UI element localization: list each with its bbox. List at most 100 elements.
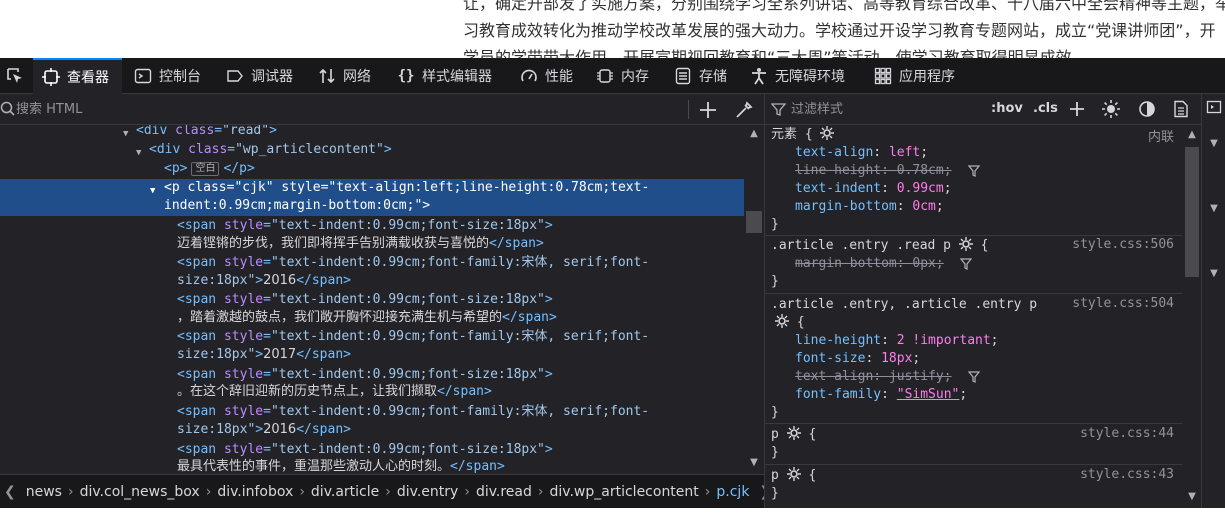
gear-icon[interactable] [775,314,789,328]
tree-node[interactable]: <span style="text-indent:0.99cm;font-siz… [0,291,744,309]
element-picker-icon [7,68,22,83]
add-rule-button[interactable] [1067,99,1087,119]
eyedropper-button[interactable] [733,99,755,121]
font-link[interactable]: "SimSun" [897,387,960,402]
toggle-sidebar-button[interactable] [1204,99,1224,119]
rules-scrollbar[interactable]: ▲ ▼ [1182,125,1202,508]
tab-network[interactable]: 网络 [318,58,371,94]
tree-node-text[interactable]: 最具代表性的事件，重温那些激动人心的时刻。</span> [0,458,744,474]
sidebar-toggle-icon [1206,100,1222,114]
collapse-twisty-icon[interactable]: ▼ [150,182,160,196]
rule-source[interactable]: 内联 [1148,126,1174,145]
breadcrumb-scroll-right-icon[interactable]: ❯ [755,484,764,500]
breadcrumb-item[interactable]: div.entry [391,484,464,500]
overridden-filter-icon[interactable] [960,258,972,270]
tab-application[interactable]: 应用程序 [874,58,955,94]
breadcrumb-item[interactable]: news [20,484,68,500]
tree-node-text[interactable]: 。在这个辞旧迎新的历史节点上，让我们撷取</span> [0,383,744,401]
tree-node[interactable]: ▼ <div class="read"> [0,125,744,140]
css-declaration[interactable]: text-indent: 0.99cm; [795,180,952,198]
tree-node-text[interactable]: size:18px">2016</span> [0,272,744,290]
scroll-down-icon[interactable]: ▼ [1185,491,1199,505]
expand-section-icon[interactable]: ▼ [1204,264,1224,284]
gear-icon[interactable] [786,426,801,440]
rule-source[interactable]: style.css:506 [1072,237,1174,252]
breadcrumb-scroll-left-icon[interactable]: ❮ [0,484,20,500]
css-declaration[interactable]: font-size: 18px; [795,350,920,368]
css-declaration-overridden[interactable]: line-height: 0.78cm; [795,162,952,180]
scroll-down-icon[interactable]: ▼ [747,457,761,471]
print-simulation-button[interactable] [1171,99,1191,119]
breadcrumb-item[interactable]: div.read [470,484,538,500]
tree-node[interactable]: <p> 空白 </p> [0,160,744,178]
breadcrumb-item[interactable]: div.article [305,484,385,500]
attr-value: "text-align:left;line-height:0.78cm;text… [328,180,650,195]
tree-node[interactable]: <span style="text-indent:0.99cm;font-fam… [0,403,744,421]
css-declaration-overridden[interactable]: text-align: justify; [795,368,952,386]
whitespace-badge[interactable]: 空白 [191,162,220,176]
tree-node-text[interactable]: ，踏着激越的鼓点，我们敞开胸怀迎接充满生机与希望的</span> [0,309,744,327]
expand-section-icon[interactable]: ▼ [1204,199,1224,219]
tree-node-text[interactable]: 迈着铿锵的步伐，我们即将挥手告别满载收获与喜悦的</span> [0,235,744,253]
scrollbar-thumb[interactable] [746,211,762,233]
tree-node-text[interactable]: size:18px">2016</span> [0,421,744,439]
rule-source[interactable]: style.css:43 [1080,467,1174,482]
tab-storage[interactable]: 存储 [674,58,727,94]
collapse-twisty-icon[interactable]: ▼ [123,125,133,139]
breadcrumb-item[interactable]: div.col_news_box [74,484,206,500]
scrollbar-thumb[interactable] [1185,147,1199,277]
tag-open: <p [164,180,188,195]
tab-debugger[interactable]: 调试器 [226,58,293,94]
scroll-up-icon[interactable]: ▲ [747,128,761,142]
tab-memory[interactable]: 内存 [596,58,649,94]
gear-icon[interactable] [958,237,973,251]
breadcrumb-item-current[interactable]: p.cjk [710,484,755,500]
scroll-up-icon[interactable]: ▲ [1185,129,1199,143]
css-declaration[interactable]: line-height: 2 !important; [795,332,999,350]
gear-icon[interactable] [786,467,801,481]
element-picker-button[interactable] [0,58,30,94]
tree-node-selected[interactable]: ▼ <p class="cjk" style="text-align:left;… [0,179,744,216]
add-node-button[interactable] [697,99,719,121]
tree-node[interactable]: <span style="text-indent:0.99cm;font-siz… [0,441,744,459]
tab-console[interactable]: 控制台 [134,58,201,94]
tree-node-text[interactable]: size:18px">2017</span> [0,346,744,364]
tab-performance[interactable]: 性能 [520,58,573,94]
rule-selector: .article .entry .read p { [771,237,989,253]
tree-node[interactable]: <span style="text-indent:0.99cm;font-fam… [0,328,744,346]
rule-source[interactable]: style.css:44 [1080,426,1174,441]
css-declaration[interactable]: font-family: "SimSun"; [795,386,967,404]
gear-icon[interactable] [820,126,835,140]
collapse-twisty-icon[interactable]: ▼ [136,144,146,158]
light-theme-button[interactable] [1101,99,1121,119]
tag-close: </p> [223,161,255,176]
overridden-filter-icon[interactable] [968,371,980,383]
tab-accessibility[interactable]: 无障碍环境 [750,58,845,94]
tab-label: 网络 [343,69,371,85]
class-toggle-button[interactable]: .cls [1033,99,1058,119]
markup-scrollbar[interactable]: ▲ ▼ [744,125,764,474]
expand-section-icon[interactable]: ▼ [1204,134,1224,154]
attr-name: class [187,180,227,195]
article-text-line: 习教育成效转化为推动学校改革发展的强大动力。学校通过开设学习教育专题网站，成立“… [463,21,1216,40]
rule-source[interactable]: style.css:504 [1072,296,1174,311]
css-declaration-overridden[interactable]: margin-bottom: 0px; [795,255,944,273]
breadcrumb-item[interactable]: div.infobox [211,484,299,500]
dark-theme-button[interactable] [1137,99,1157,119]
markup-panel: ▼ <div class="read"> ▼ <div class="wp_ar… [0,94,764,508]
tree-node[interactable]: <span style="text-indent:0.99cm;font-siz… [0,217,744,235]
tab-label: 无障碍环境 [775,69,845,85]
rule-divider [765,464,1182,465]
tab-inspector[interactable]: 查看器 [33,58,122,94]
overridden-filter-icon[interactable] [968,165,980,177]
hover-state-button[interactable]: :hov [991,99,1023,119]
style-filter-input[interactable] [791,99,971,119]
tree-node[interactable]: <span style="text-indent:0.99cm;font-siz… [0,366,744,384]
css-declaration[interactable]: margin-bottom: 0cm; [795,198,944,216]
css-declaration[interactable]: text-align: left; [795,144,928,162]
tree-node[interactable]: <span style="text-indent:0.99cm;font-fam… [0,254,744,272]
tab-style-editor[interactable]: {} 样式编辑器 [397,58,492,94]
breadcrumb-item[interactable]: div.wp_articlecontent [544,484,705,500]
tree-node[interactable]: ▼ <div class="wp_articlecontent"> [0,141,744,159]
html-search-input[interactable] [16,98,676,120]
